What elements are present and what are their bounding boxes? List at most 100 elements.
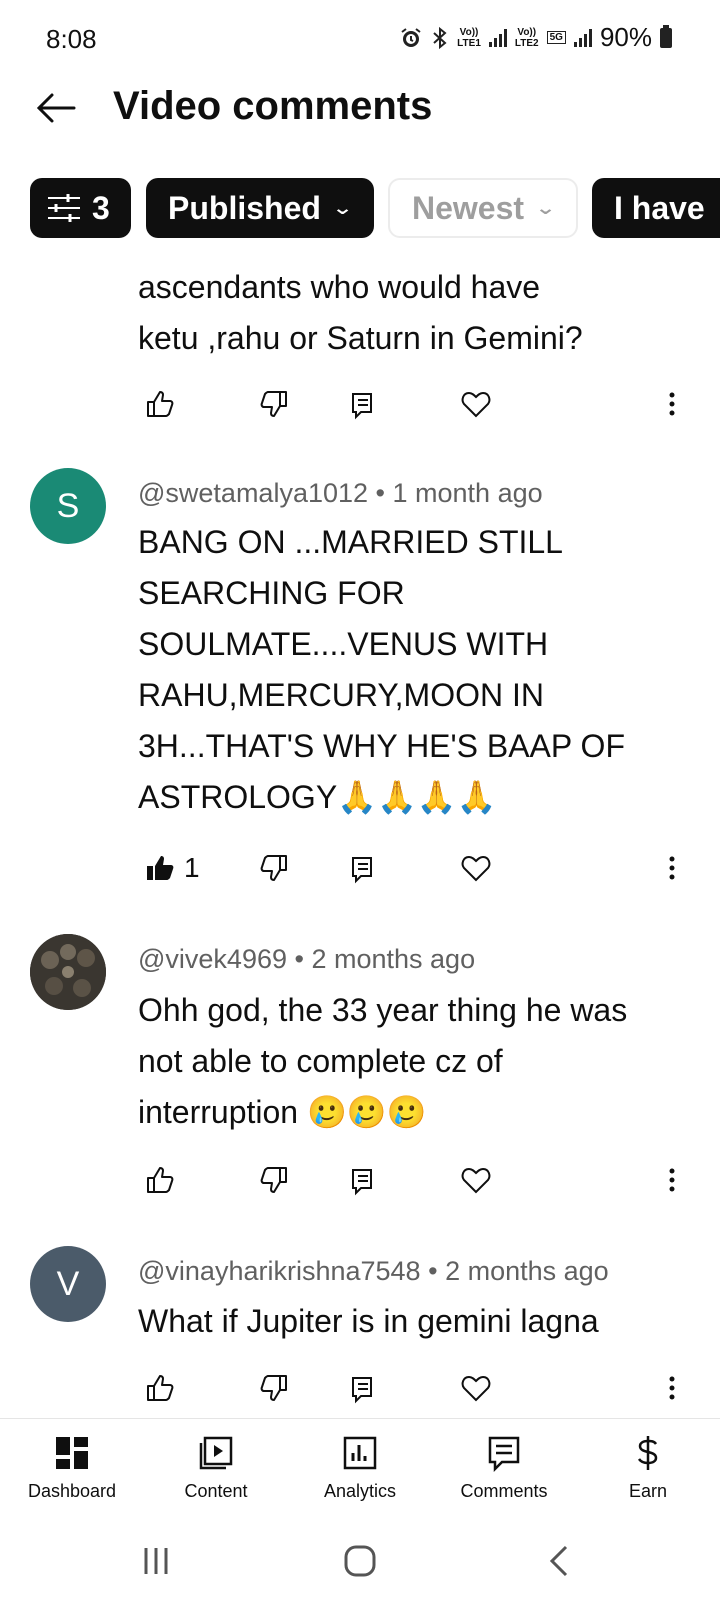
comments-icon [488, 1436, 520, 1473]
nav-comments[interactable]: Comments [434, 1433, 574, 1502]
comment-time: 1 month ago [392, 478, 543, 508]
more-vert-icon [669, 1376, 675, 1400]
signal-icon [488, 28, 507, 47]
net1-label: Vo)) LTE1 [457, 27, 481, 49]
nav-label: Earn [628, 1481, 668, 1501]
status-bar: 8:08 Vo)) LTE1 Vo)) LTE2 5G 90% [0, 0, 720, 80]
like-button[interactable] [144, 1368, 176, 1408]
comment-actions [0, 384, 720, 424]
meta-separator: • [375, 478, 385, 508]
thumbs-down-icon [260, 391, 287, 417]
nav-label: Dashboard [27, 1481, 117, 1501]
comment-line: SOULMATE....VENUS WITH [138, 626, 549, 662]
reply-button[interactable] [346, 848, 378, 888]
more-vert-icon [669, 1168, 675, 1192]
comment-meta: @swetamalya1012 • 1 month ago [138, 478, 543, 509]
published-chip[interactable]: Published ⌄ [146, 178, 374, 238]
battery-percent: 90% [599, 22, 652, 52]
back-arrow-icon[interactable] [34, 86, 78, 130]
reply-button[interactable] [346, 1368, 378, 1408]
heart-button[interactable] [460, 848, 492, 888]
more-vert-icon [669, 856, 675, 880]
analytics-icon [343, 1436, 377, 1470]
reply-icon [352, 857, 372, 884]
like-button[interactable] [144, 384, 176, 424]
reply-button[interactable] [346, 384, 378, 424]
comment-text: ascendants who would have ketu ,rahu or … [138, 262, 698, 364]
nav-label: Analytics [323, 1481, 397, 1501]
filter-count: 3 [92, 189, 110, 226]
comment-time: 2 months ago [445, 1256, 609, 1286]
nav-label: Comments [460, 1481, 548, 1501]
chevron-down-icon: ⌄ [331, 197, 354, 218]
nav-dashboard[interactable]: Dashboard [2, 1433, 142, 1502]
comment-line: 3H...THAT'S WHY HE'S BAAP OF [138, 728, 625, 764]
sliders-icon [48, 194, 80, 222]
comment-actions: 1 [0, 848, 720, 888]
comment-text: BANG ON ...MARRIED STILL SEARCHING FOR S… [138, 517, 698, 823]
net1-top: Vo)) [459, 26, 479, 38]
more-options-button[interactable] [656, 384, 688, 424]
comment-author[interactable]: @vivek4969 [138, 944, 287, 974]
bottom-navigation: Dashboard Content Analytics Comments Ear… [0, 1418, 720, 1518]
more-options-button[interactable] [656, 1160, 688, 1200]
net2-badge: 5G [546, 31, 566, 44]
avatar[interactable] [30, 934, 106, 1010]
filter-chips: 3 Published ⌄ Newest ⌄ I have [30, 178, 720, 240]
chevron-down-icon: ⌄ [535, 197, 557, 218]
reply-icon [352, 1169, 372, 1196]
avatar-photo [30, 934, 106, 1010]
like-button[interactable]: 1 [144, 848, 200, 888]
filter-button[interactable]: 3 [30, 178, 131, 238]
heart-button[interactable] [460, 1160, 492, 1200]
reply-icon [352, 1377, 372, 1404]
thumbs-down-icon [260, 855, 287, 881]
avatar[interactable]: S [30, 468, 106, 544]
comment-line: BANG ON ...MARRIED STILL [138, 524, 563, 560]
dislike-button[interactable] [258, 1160, 290, 1200]
recent-apps-icon[interactable] [136, 1544, 176, 1578]
dislike-button[interactable] [258, 384, 290, 424]
nav-analytics[interactable]: Analytics [290, 1433, 430, 1502]
heart-button[interactable] [460, 1368, 492, 1408]
comment-line: ASTROLOGY🙏🙏🙏🙏 [138, 779, 497, 815]
thumbs-down-icon [260, 1167, 287, 1193]
comment-actions [0, 1368, 720, 1408]
comment-line: interruption 🥲🥲🥲 [138, 1094, 427, 1130]
like-button[interactable] [144, 1160, 176, 1200]
heart-button[interactable] [460, 384, 492, 424]
comment-line: ascendants who would have [138, 269, 541, 305]
dashboard-icon [56, 1437, 88, 1469]
question-label: I have [614, 189, 705, 226]
bluetooth-icon [433, 26, 447, 49]
comment-text: Ohh god, the 33 year thing he was not ab… [138, 985, 698, 1138]
comment-line: SEARCHING FOR [138, 575, 405, 611]
thumbs-down-icon [260, 1375, 287, 1401]
home-icon[interactable] [340, 1544, 380, 1578]
nav-content[interactable]: Content [146, 1433, 286, 1502]
question-chip[interactable]: I have [592, 178, 720, 238]
reply-button[interactable] [346, 1160, 378, 1200]
meta-separator: • [428, 1256, 438, 1286]
nav-label: Content [184, 1481, 248, 1501]
comment-line: What if Jupiter is in gemini lagna [138, 1303, 599, 1339]
comment-meta: @vivek4969 • 2 months ago [138, 944, 475, 975]
dislike-button[interactable] [258, 848, 290, 888]
back-icon[interactable] [540, 1544, 580, 1578]
status-icons: Vo)) LTE1 Vo)) LTE2 5G 90% [399, 22, 672, 53]
more-options-button[interactable] [656, 1368, 688, 1408]
net2-label: Vo)) LTE2 [515, 27, 539, 49]
more-options-button[interactable] [656, 848, 688, 888]
comment-author[interactable]: @vinayharikrishna7548 [138, 1256, 421, 1286]
comment-line: ketu ,rahu or Saturn in Gemini? [138, 320, 583, 356]
dislike-button[interactable] [258, 1368, 290, 1408]
thumbs-up-icon [147, 391, 174, 417]
comment-time: 2 months ago [311, 944, 476, 974]
sort-chip[interactable]: Newest ⌄ [388, 178, 578, 238]
nav-earn[interactable]: Earn [578, 1433, 718, 1502]
comment-author[interactable]: @swetamalya1012 [138, 478, 368, 508]
content-icon [199, 1436, 233, 1470]
comment-meta: @vinayharikrishna7548 • 2 months ago [138, 1256, 609, 1287]
avatar[interactable]: V [30, 1246, 106, 1322]
heart-icon [461, 1375, 491, 1402]
